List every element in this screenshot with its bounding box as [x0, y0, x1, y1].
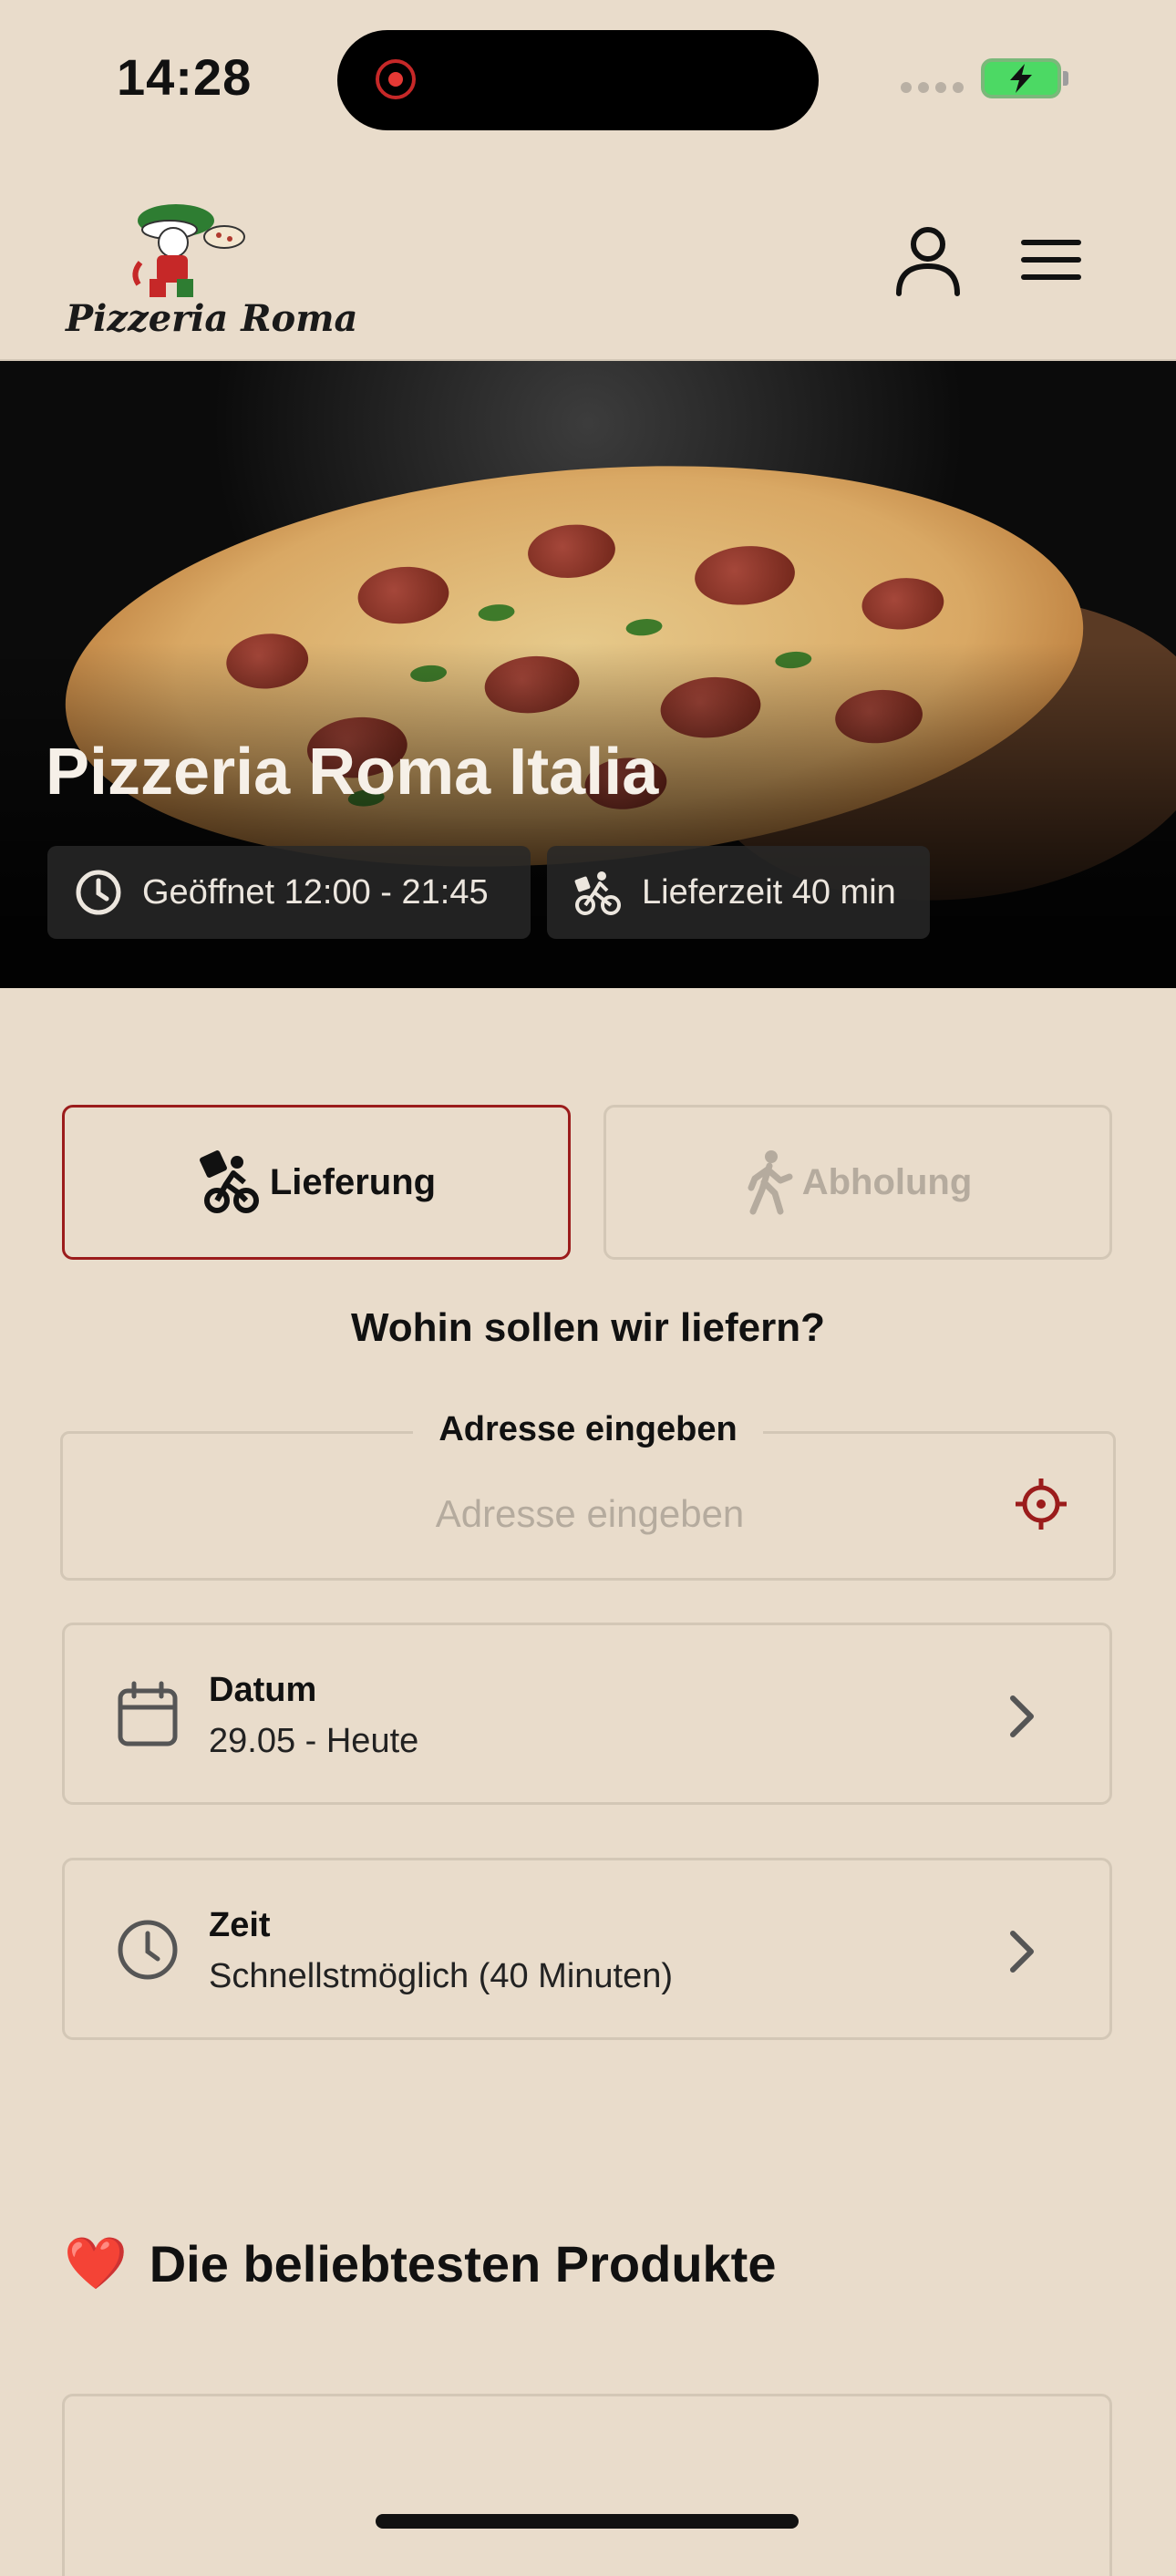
opening-hours-text: Geöffnet 12:00 - 21:45 — [142, 872, 489, 912]
battery-icon — [981, 58, 1061, 98]
bike-icon — [199, 1150, 259, 1213]
delivery-time-text: Lieferzeit 40 min — [642, 872, 896, 912]
date-title: Datum — [209, 1671, 317, 1709]
bike-icon — [574, 871, 621, 915]
menu-icon[interactable] — [1021, 239, 1081, 281]
product-card[interactable] — [62, 2394, 1112, 2576]
delivery-question: Wohin sollen wir liefern? — [351, 1305, 825, 1350]
signal-icon — [901, 82, 964, 93]
pizzeria-logo[interactable]: Pizzeria Roma — [62, 190, 357, 345]
date-card[interactable]: Datum 29.05 - Heute — [62, 1623, 1112, 1805]
pickup-label: Abholung — [801, 1161, 973, 1202]
delivery-toggle-button[interactable]: Lieferung — [62, 1105, 571, 1260]
time-card[interactable]: Zeit Schnellstmöglich (40 Minuten) — [62, 1858, 1112, 2040]
app-header: Pizzeria Roma — [0, 155, 1176, 361]
opening-hours-chip: Geöffnet 12:00 - 21:45 — [47, 846, 531, 939]
pickup-toggle-button[interactable]: Abholung — [603, 1105, 1112, 1260]
address-field-label: Adresse eingeben — [0, 1410, 1176, 1449]
time-value: Schnellstmöglich (40 Minuten) — [209, 1957, 674, 1995]
home-indicator[interactable] — [376, 2514, 799, 2529]
clock-icon — [118, 1920, 178, 1980]
restaurant-name: Pizzeria Roma Italia — [46, 736, 659, 809]
walk-icon — [748, 1150, 793, 1215]
delivery-time-chip: Lieferzeit 40 min — [547, 846, 930, 939]
calendar-icon — [118, 1681, 178, 1747]
popular-products-heading: ❤️ Die beliebtesten Produkte — [64, 2233, 776, 2293]
clock-icon — [76, 870, 121, 915]
time-title: Zeit — [209, 1906, 271, 1944]
chef-mascot-icon — [132, 204, 245, 297]
heart-icon: ❤️ — [64, 2234, 128, 2292]
recording-icon — [376, 59, 416, 99]
chevron-right-icon — [1010, 1695, 1034, 1737]
date-value: 29.05 - Heute — [209, 1722, 419, 1760]
address-input[interactable] — [109, 1486, 1070, 1542]
dynamic-island — [337, 30, 819, 130]
delivery-label: Lieferung — [269, 1161, 437, 1202]
hero-banner: Pizzeria Roma Italia Geöffnet 12:00 - 21… — [0, 361, 1176, 988]
battery-tip — [1063, 71, 1068, 86]
user-icon[interactable] — [893, 224, 963, 297]
status-time: 14:28 — [117, 48, 253, 106]
chevron-right-icon — [1010, 1931, 1034, 1973]
crosshair-icon[interactable] — [1014, 1477, 1068, 1531]
logo-text: Pizzeria Roma — [66, 297, 358, 340]
popular-products-title: Die beliebtesten Produkte — [149, 2234, 777, 2293]
